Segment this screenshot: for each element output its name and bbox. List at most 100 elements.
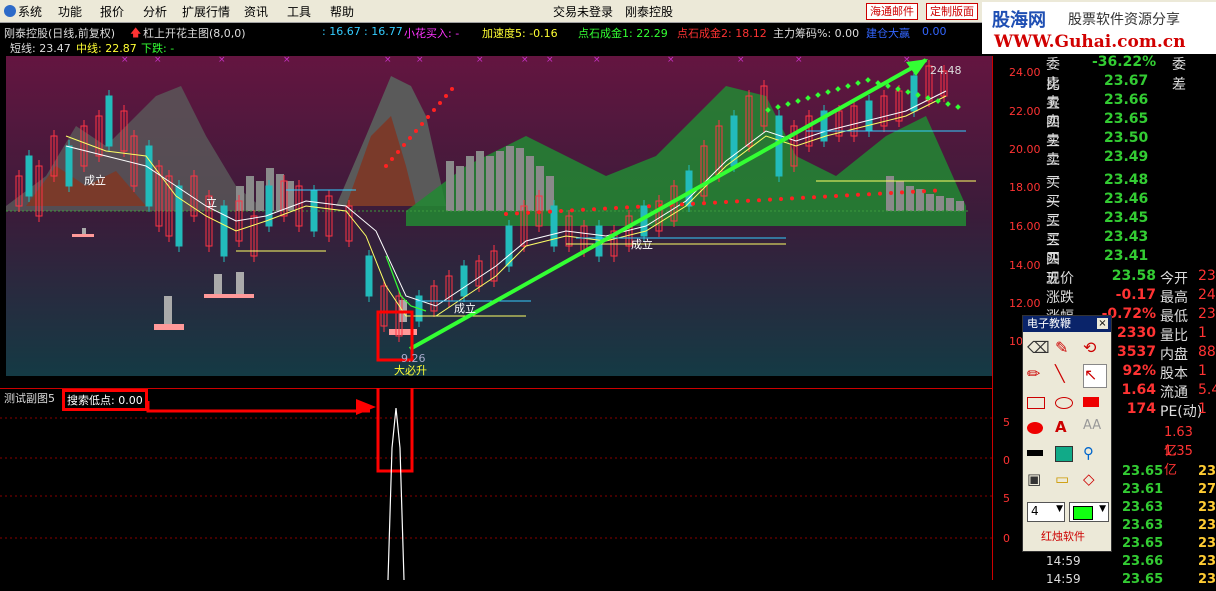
login-status[interactable]: 交易未登录 — [553, 3, 613, 20]
pointer-arrow-head — [356, 399, 376, 415]
rectangle-icon[interactable] — [1027, 392, 1049, 414]
menu-extended[interactable]: 扩展行情 — [182, 3, 230, 20]
sar-dot — [603, 206, 607, 211]
open-folder-icon[interactable]: ▭ — [1055, 470, 1077, 492]
tick-price: 23.65 — [1122, 464, 1164, 479]
chevron-down-icon: ▼ — [1099, 504, 1106, 514]
bid-price: 23.41 — [1104, 248, 1149, 264]
sar-dot — [680, 202, 684, 207]
candle-body — [310, 190, 318, 232]
down-line: 下跌: - — [141, 42, 175, 55]
gold-2: 点石成金2: 18.12 — [677, 27, 767, 40]
tick-time: 14:59 — [1046, 554, 1081, 568]
axis-label: 12.00 — [1009, 297, 1041, 310]
sar-dot — [444, 94, 448, 98]
sub-chart-panel[interactable]: 测试副图5 搜索低点: 0.00 — [0, 388, 992, 580]
bid-price: 23.43 — [1104, 229, 1149, 245]
image-icon[interactable] — [1055, 444, 1077, 466]
custom-layout-button[interactable]: 定制版面 — [926, 3, 978, 20]
value-1: : 16.67 — [322, 25, 361, 38]
sar-dot — [432, 108, 436, 112]
palette-title: 电子教鞭 — [1027, 317, 1071, 330]
wecha-label: 委差 — [1172, 57, 1186, 93]
text-icon[interactable]: A — [1055, 418, 1077, 440]
filled-ellipse-icon[interactable] — [1027, 418, 1049, 440]
sar-dot — [801, 195, 805, 200]
sar-dot — [933, 188, 937, 193]
menu-function[interactable]: 功能 — [58, 3, 82, 20]
brush-icon[interactable]: ✏ — [1027, 364, 1049, 386]
sar-dot — [402, 143, 406, 147]
sar-dot — [438, 101, 442, 105]
palette-title-bar[interactable]: 电子教鞭 × — [1023, 316, 1111, 332]
line-icon[interactable]: ╲ — [1055, 364, 1077, 386]
menu-quote[interactable]: 报价 — [100, 3, 124, 20]
sar-dot — [581, 207, 585, 212]
tick-price: 23.63 — [1122, 500, 1164, 515]
gold-1: 点石成金1: 22.29 — [578, 27, 668, 40]
sar-dot — [735, 199, 739, 204]
tick-price: 23.65 — [1122, 536, 1164, 551]
diamond-icon[interactable]: ◇ — [1083, 470, 1105, 492]
color-select[interactable]: ▼ — [1069, 502, 1109, 522]
sar-dot — [724, 200, 728, 204]
stat-label-2: 最高 — [1160, 290, 1188, 306]
sar-dot — [396, 150, 400, 154]
menu-news[interactable]: 资讯 — [244, 3, 268, 20]
menu-analysis[interactable]: 分析 — [143, 3, 167, 20]
candle-body — [65, 145, 73, 187]
stat-label-2: 今开 — [1160, 271, 1188, 287]
sar-dot — [426, 115, 430, 119]
stat-label-2: 最低 — [1160, 309, 1188, 325]
svg-text:×: × — [384, 56, 392, 65]
stat-row: 涨跌 -0.17 最高 24 — [1046, 287, 1216, 306]
buy-signal: 小花买入: - — [404, 27, 460, 40]
eraser-icon[interactable]: ⌫ — [1027, 338, 1050, 360]
axis-label: 18.00 — [1009, 181, 1041, 194]
stat-label-2: PE(动) — [1160, 404, 1203, 420]
sar-dot — [878, 191, 882, 196]
big-label: 建仓大赢 — [866, 27, 910, 40]
ask-price: 23.49 — [1104, 149, 1149, 165]
cheng-label-1: 成立 — [84, 173, 106, 187]
sar-dot — [922, 189, 926, 194]
sar-dot — [384, 164, 388, 168]
tick-vol: 23 — [1198, 554, 1216, 569]
menu-system[interactable]: 系统 — [18, 3, 42, 20]
stat-label: 现价 — [1046, 271, 1074, 287]
mail-button[interactable]: 海通邮件 — [866, 3, 918, 20]
sar-dot — [537, 210, 541, 215]
candle-body — [105, 95, 113, 147]
filled-rectangle-icon[interactable] — [1083, 392, 1105, 414]
close-icon[interactable]: × — [1097, 318, 1108, 329]
sar-dot — [647, 204, 651, 209]
pen-icon[interactable]: ✎ — [1055, 338, 1077, 360]
candle-body — [25, 155, 33, 197]
size-select[interactable]: 4 ▼ — [1027, 502, 1065, 522]
candle-body — [460, 265, 468, 297]
main-price-chart[interactable]: × × × × × × × × × × × × × × 24.48 9.26 大必升 成立 立 成立… — [6, 56, 992, 376]
sar-dot — [420, 122, 424, 126]
drawing-tool-palette[interactable]: 电子教鞭 × ⌫ ✎ ⟲ ✏ ╲ ↖ A AA ⚲ ▣ ▭ ◇ 4 ▼ ▼ 红烛… — [1022, 315, 1112, 552]
logo-text-2: 股票软件资源分享 — [1068, 12, 1180, 28]
tick-vol: 23 — [1198, 536, 1216, 551]
menu-help[interactable]: 帮助 — [330, 3, 354, 20]
ellipse-icon[interactable] — [1055, 392, 1077, 414]
axis-label: 20.00 — [1009, 143, 1041, 156]
tick-price: 23.63 — [1122, 518, 1164, 533]
bid-price: 23.46 — [1104, 191, 1149, 207]
highlight-box-sub — [376, 388, 414, 473]
save-icon[interactable]: ▣ — [1027, 470, 1049, 492]
high-price-label: 24.48 — [930, 64, 962, 77]
menu-tools[interactable]: 工具 — [287, 3, 311, 20]
stat-value-2: 1 — [1198, 363, 1207, 379]
axis-label: 22.00 — [1009, 105, 1041, 118]
arrow-icon[interactable]: ↖ — [1083, 364, 1107, 388]
line-width-icon[interactable] — [1027, 444, 1049, 466]
font-icon[interactable]: AA — [1083, 418, 1105, 440]
svg-text:×: × — [283, 56, 291, 65]
zoom-icon[interactable]: ⚲ — [1083, 444, 1105, 466]
lasso-icon[interactable]: ⟲ — [1083, 338, 1105, 360]
svg-text:×: × — [593, 56, 601, 65]
bid-price: 23.45 — [1104, 210, 1149, 226]
